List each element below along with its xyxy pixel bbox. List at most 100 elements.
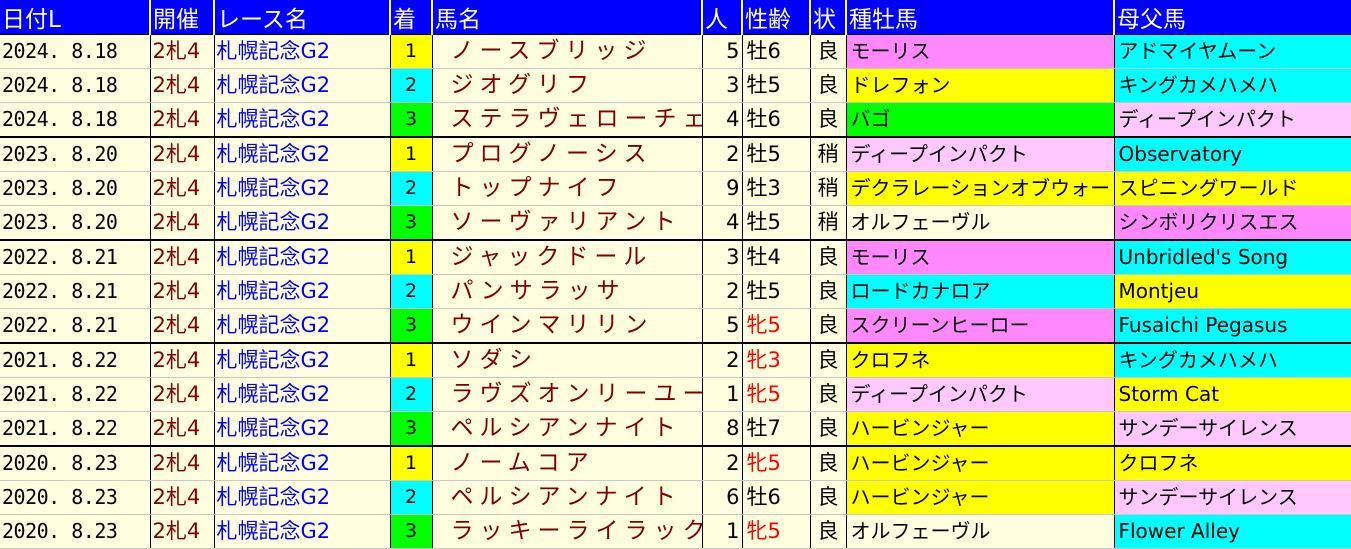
header-meeting[interactable]: 開催 <box>149 0 214 35</box>
damsire-cell: ディープインパクト <box>1113 102 1351 138</box>
race-results-table: 日付L 開催 レース名 着 馬名 人 性齢 状 種牡馬 母父馬 2024. 8.… <box>0 0 1351 549</box>
header-popularity[interactable]: 人 <box>701 0 742 35</box>
race-name-cell: 札幌記念G2 <box>213 102 390 138</box>
finish-cell: 1 <box>389 445 432 481</box>
popularity-cell: 6 <box>701 480 742 515</box>
date-cell: 2020. 8.23 <box>0 514 150 549</box>
track-condition-cell: 良 <box>809 274 846 309</box>
popularity-cell: 8 <box>701 411 742 447</box>
finish-cell: 2 <box>389 274 432 309</box>
popularity-cell: 2 <box>701 342 742 378</box>
meeting-cell: 2札4 <box>149 514 214 549</box>
race-name-cell: 札幌記念G2 <box>213 342 390 378</box>
date-cell: 2024. 8.18 <box>0 102 150 138</box>
horse-name-cell: トップナイフ <box>431 171 702 206</box>
header-date[interactable]: 日付L <box>0 0 150 35</box>
header-horse-name[interactable]: 馬名 <box>431 0 702 35</box>
finish-cell: 3 <box>389 102 432 138</box>
table-row: 2020. 8.23 2札4 札幌記念G2 2 ペルシアンナイト 6 牡6 良ハービンジャーサ… <box>0 480 1351 515</box>
damsire-cell: アドマイヤムーン <box>1113 34 1351 69</box>
popularity-cell: 5 <box>701 34 742 69</box>
damsire-cell: クロフネ <box>1113 445 1351 481</box>
table-row: 2021. 8.22 2札4 札幌記念G2 2 ラヴズオンリーユー 1 牝5 良ディープインパ… <box>0 377 1351 412</box>
finish-cell: 3 <box>389 411 432 447</box>
date-cell: 2024. 8.18 <box>0 68 150 103</box>
header-sex-age[interactable]: 性齢 <box>741 0 810 35</box>
track-condition-cell: 良 <box>809 68 846 103</box>
sex-age-cell: 牝5 <box>741 445 810 481</box>
damsire-cell: Montjeu <box>1113 274 1351 309</box>
finish-cell: 1 <box>389 239 432 275</box>
finish-cell: 3 <box>389 514 432 549</box>
damsire-cell: キングカメハメハ <box>1113 342 1351 378</box>
race-name-cell: 札幌記念G2 <box>213 136 390 172</box>
meeting-cell: 2札4 <box>149 480 214 515</box>
race-name-cell: 札幌記念G2 <box>213 34 390 69</box>
meeting-cell: 2札4 <box>149 342 214 378</box>
track-condition-cell: 良 <box>809 239 846 275</box>
date-cell: 2021. 8.22 <box>0 342 150 378</box>
sire-cell: ハービンジャー <box>845 480 1114 515</box>
horse-name-cell: パンサラッサ <box>431 274 702 309</box>
meeting-cell: 2札4 <box>149 102 214 138</box>
table-row: 2024. 8.18 2札4 札幌記念G2 1 ノースブリッジ 5 牡6 良モーリス アドマイヤ… <box>0 34 1351 69</box>
finish-cell: 1 <box>389 342 432 378</box>
sire-cell: スクリーンヒーロー <box>845 308 1114 344</box>
table-row: 2024. 8.18 2札4 札幌記念G2 2 ジオグリフ 3 牡5 良ドレフォン キングカメハ… <box>0 68 1351 103</box>
table-row: 2022. 8.21 2札4 札幌記念G2 3 ウインマリリン 5 牝5 良スクリーンヒーロー… <box>0 308 1351 344</box>
date-cell: 2022. 8.21 <box>0 239 150 275</box>
finish-cell: 3 <box>389 308 432 344</box>
race-name-cell: 札幌記念G2 <box>213 411 390 447</box>
popularity-cell: 1 <box>701 514 742 549</box>
finish-cell: 2 <box>389 480 432 515</box>
header-sire[interactable]: 種牡馬 <box>845 0 1114 35</box>
damsire-cell: シンボリクリスエス <box>1113 205 1351 241</box>
popularity-cell: 4 <box>701 102 742 138</box>
sire-cell: バゴ <box>845 102 1114 138</box>
table-row: 2021. 8.22 2札4 札幌記念G2 3 ペルシアンナイト 8 牡7 良ハービンジャーサ… <box>0 411 1351 447</box>
sex-age-cell: 牡3 <box>741 171 810 206</box>
sex-age-cell: 牝5 <box>741 308 810 344</box>
table-row: 2020. 8.23 2札4 札幌記念G2 3 ラッキーライラック 1 牝5 良オルフェーヴル… <box>0 514 1351 549</box>
meeting-cell: 2札4 <box>149 445 214 481</box>
sex-age-cell: 牝5 <box>741 377 810 412</box>
date-cell: 2021. 8.22 <box>0 377 150 412</box>
track-condition-cell: 稍 <box>809 205 846 241</box>
horse-name-cell: ノースブリッジ <box>431 34 702 69</box>
meeting-cell: 2札4 <box>149 171 214 206</box>
table-header: 日付L 開催 レース名 着 馬名 人 性齢 状 種牡馬 母父馬 <box>0 0 1351 35</box>
sire-cell: オルフェーヴル <box>845 514 1114 549</box>
horse-name-cell: ノームコア <box>431 445 702 481</box>
horse-name-cell: ソーヴァリアント <box>431 205 702 241</box>
track-condition-cell: 稍 <box>809 136 846 172</box>
header-track-condition[interactable]: 状 <box>809 0 846 35</box>
sire-cell: モーリス <box>845 34 1114 69</box>
date-cell: 2023. 8.20 <box>0 171 150 206</box>
race-name-cell: 札幌記念G2 <box>213 377 390 412</box>
date-cell: 2022. 8.21 <box>0 274 150 309</box>
damsire-cell: キングカメハメハ <box>1113 68 1351 103</box>
sire-cell: ロードカナロア <box>845 274 1114 309</box>
table-row: 2024. 8.18 2札4 札幌記念G2 3 ステラヴェローチェ 4 牡6 良バゴ ディープイ… <box>0 102 1351 138</box>
sex-age-cell: 牡4 <box>741 239 810 275</box>
header-race-name[interactable]: レース名 <box>213 0 390 35</box>
popularity-cell: 2 <box>701 136 742 172</box>
track-condition-cell: 稍 <box>809 171 846 206</box>
date-cell: 2023. 8.20 <box>0 136 150 172</box>
sex-age-cell: 牡5 <box>741 136 810 172</box>
track-condition-cell: 良 <box>809 34 846 69</box>
horse-name-cell: ソダシ <box>431 342 702 378</box>
header-finish[interactable]: 着 <box>389 0 432 35</box>
date-cell: 2020. 8.23 <box>0 445 150 481</box>
popularity-cell: 4 <box>701 205 742 241</box>
table-row: 2023. 8.20 2札4 札幌記念G2 1 プログノーシス 2 牡5 稍ディープインパクト… <box>0 136 1351 172</box>
sire-cell: ハービンジャー <box>845 411 1114 447</box>
header-damsire[interactable]: 母父馬 <box>1113 0 1351 35</box>
sire-cell: ディープインパクト <box>845 377 1114 412</box>
horse-name-cell: ウインマリリン <box>431 308 702 344</box>
track-condition-cell: 良 <box>809 514 846 549</box>
finish-cell: 2 <box>389 171 432 206</box>
meeting-cell: 2札4 <box>149 274 214 309</box>
race-name-cell: 札幌記念G2 <box>213 308 390 344</box>
track-condition-cell: 良 <box>809 411 846 447</box>
